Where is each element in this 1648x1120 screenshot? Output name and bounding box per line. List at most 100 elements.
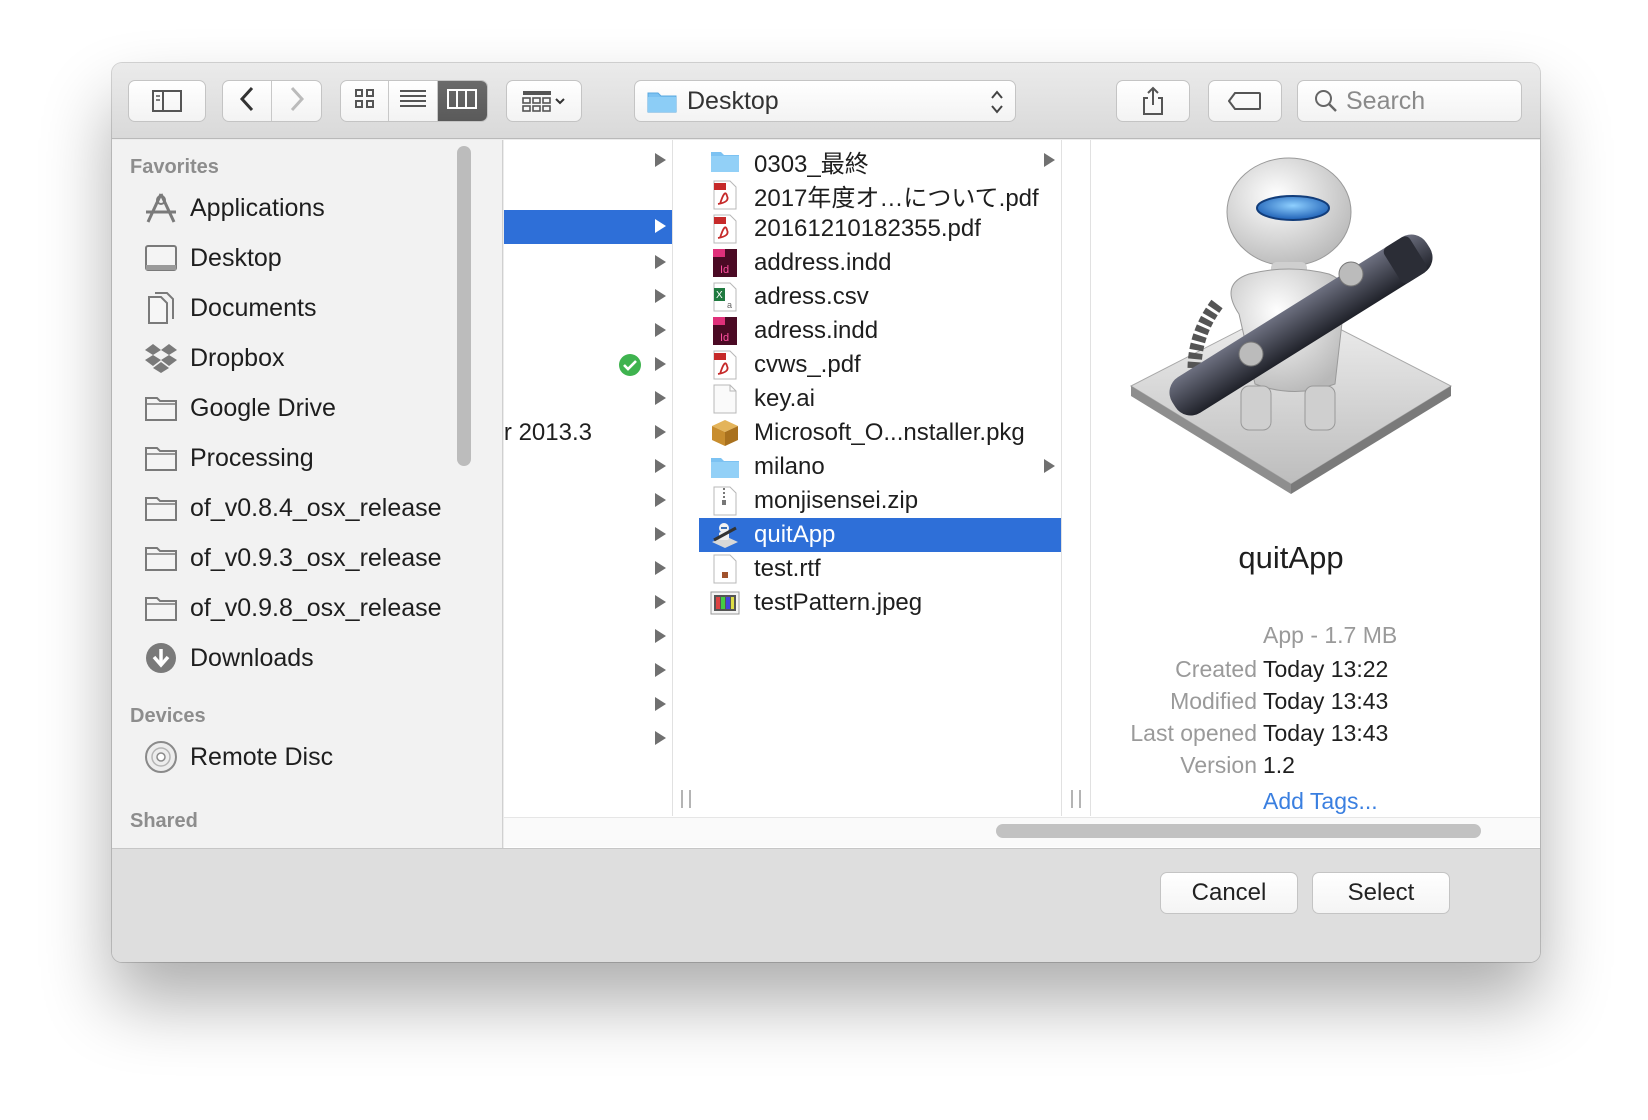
list-item[interactable] bbox=[504, 144, 672, 178]
list-item[interactable]: milano bbox=[699, 450, 1061, 484]
forward-button[interactable] bbox=[272, 81, 321, 121]
list-item[interactable] bbox=[504, 722, 672, 756]
list-item[interactable]: 2017年度オ…について.pdf bbox=[699, 178, 1061, 212]
back-button[interactable] bbox=[223, 81, 273, 121]
list-item[interactable] bbox=[504, 552, 672, 586]
preview-title: quitApp bbox=[1238, 540, 1344, 575]
list-item[interactable]: key.ai bbox=[699, 382, 1061, 416]
list-item-selected[interactable]: quitApp bbox=[699, 518, 1061, 552]
desktop-icon bbox=[142, 239, 180, 277]
list-item[interactable] bbox=[504, 620, 672, 654]
column-divider bbox=[1061, 140, 1062, 816]
sidebar-item-downloads[interactable]: Downloads bbox=[142, 635, 462, 681]
list-item[interactable]: cvws_.pdf bbox=[699, 348, 1061, 382]
column-resize-handle[interactable] bbox=[1071, 790, 1081, 808]
list-item[interactable]: Microsoft_O...nstaller.pkg bbox=[699, 416, 1061, 450]
sidebar-item-remote-disc[interactable]: Remote Disc bbox=[142, 734, 462, 780]
sidebar-item-label: of_v0.8.4_osx_release bbox=[190, 493, 442, 522]
add-tags-link[interactable]: Add Tags... bbox=[1263, 788, 1378, 815]
icon-view-button[interactable] bbox=[341, 81, 390, 121]
list-item[interactable]: monjisensei.zip bbox=[699, 484, 1061, 518]
preview-kind-size: App - 1.7 MB bbox=[1263, 622, 1398, 648]
sidebar-item-of-v093[interactable]: of_v0.9.3_osx_release bbox=[142, 535, 462, 581]
disclosure-arrow-icon bbox=[655, 459, 666, 473]
arrange-menu-button[interactable] bbox=[506, 80, 582, 122]
list-item[interactable]: 20161210182355.pdf bbox=[699, 212, 1061, 246]
view-mode-control bbox=[340, 80, 488, 122]
list-item[interactable] bbox=[504, 348, 672, 382]
csv-file-icon: Xa bbox=[709, 282, 741, 312]
sidebar-item-label: Google Drive bbox=[190, 393, 336, 422]
disclosure-arrow-icon bbox=[655, 561, 666, 575]
disclosure-arrow-icon bbox=[655, 323, 666, 337]
column-view-button[interactable] bbox=[437, 81, 487, 121]
search-field[interactable]: Search bbox=[1297, 80, 1522, 122]
sidebar[interactable]: Favorites Applications Desktop Documents… bbox=[112, 140, 503, 880]
sidebar-item-applications[interactable]: Applications bbox=[142, 185, 462, 231]
location-popup[interactable]: Desktop bbox=[634, 80, 1016, 122]
zip-file-icon bbox=[709, 486, 741, 516]
tags-button[interactable] bbox=[1208, 80, 1282, 122]
disclosure-arrow-icon bbox=[655, 391, 666, 405]
svg-text:a: a bbox=[727, 300, 732, 310]
sidebar-item-of-v084[interactable]: of_v0.8.4_osx_release bbox=[142, 485, 462, 531]
sidebar-item-dropbox[interactable]: Dropbox bbox=[142, 335, 462, 381]
column-resize-handle[interactable] bbox=[681, 790, 691, 808]
list-item[interactable] bbox=[504, 246, 672, 280]
pdf-file-icon bbox=[709, 180, 741, 210]
list-item[interactable]: testPattern.jpeg bbox=[699, 586, 1061, 620]
image-file-icon bbox=[709, 588, 741, 618]
list-item[interactable] bbox=[504, 518, 672, 552]
sidebar-item-google-drive[interactable]: Google Drive bbox=[142, 385, 462, 431]
list-item[interactable] bbox=[504, 280, 672, 314]
list-item[interactable]: Id address.indd bbox=[699, 246, 1061, 280]
sidebar-item-processing[interactable]: Processing bbox=[142, 435, 462, 481]
disclosure-arrow-icon bbox=[1044, 459, 1055, 473]
list-item[interactable] bbox=[504, 382, 672, 416]
sidebar-item-desktop[interactable]: Desktop bbox=[142, 235, 462, 281]
list-view-button[interactable] bbox=[389, 81, 438, 121]
folder-icon bbox=[709, 146, 741, 176]
shared-heading: Shared bbox=[130, 810, 198, 832]
created-value: Today 13:22 bbox=[1263, 656, 1389, 682]
list-item[interactable] bbox=[504, 484, 672, 518]
disclosure-arrow-icon bbox=[655, 629, 666, 643]
item-name: address.indd bbox=[754, 249, 892, 276]
sidebar-item-label: of_v0.9.8_osx_release bbox=[190, 593, 442, 622]
list-item[interactable] bbox=[504, 314, 672, 348]
select-button[interactable]: Select bbox=[1312, 872, 1450, 914]
list-item[interactable]: r 2013.3 bbox=[504, 416, 672, 450]
preview-created-row: Created Today 13:22 bbox=[1091, 656, 1540, 688]
list-item[interactable]: 0303_最終 bbox=[699, 144, 1061, 178]
sidebar-icon bbox=[152, 89, 182, 113]
sidebar-toggle-button[interactable] bbox=[128, 80, 206, 122]
preview-last-opened-row: Last opened Today 13:43 bbox=[1091, 720, 1540, 752]
sidebar-item-of-v098[interactable]: of_v0.9.8_osx_release bbox=[142, 585, 462, 631]
item-name: monjisensei.zip bbox=[754, 487, 919, 514]
sidebar-item-label: Applications bbox=[190, 193, 325, 222]
horizontal-scrollbar-thumb[interactable] bbox=[996, 824, 1481, 838]
cancel-button[interactable]: Cancel bbox=[1160, 872, 1298, 914]
list-item[interactable] bbox=[504, 654, 672, 688]
disclosure-arrow-icon bbox=[655, 731, 666, 745]
disc-icon bbox=[142, 738, 180, 776]
column-browser: r 2013.3 0303_最終 2017年度オ…について.pdf 201612… bbox=[504, 140, 1540, 880]
list-item[interactable]: Id adress.indd bbox=[699, 314, 1061, 348]
list-item[interactable] bbox=[504, 586, 672, 620]
list-item[interactable] bbox=[504, 450, 672, 484]
tag-icon bbox=[1228, 91, 1262, 111]
list-item[interactable]: Xa adress.csv bbox=[699, 280, 1061, 314]
list-item[interactable]: test.rtf bbox=[699, 552, 1061, 586]
list-item[interactable] bbox=[504, 688, 672, 722]
sidebar-item-documents[interactable]: Documents bbox=[142, 285, 462, 331]
version-value: 1.2 bbox=[1263, 752, 1295, 778]
disclosure-arrow-icon bbox=[655, 493, 666, 507]
sidebar-scrollbar[interactable] bbox=[457, 146, 471, 466]
disclosure-arrow-icon bbox=[1044, 153, 1055, 167]
sidebar-item-label: Processing bbox=[190, 443, 314, 472]
list-item[interactable] bbox=[504, 210, 672, 244]
preview-version-row: Version 1.2 bbox=[1091, 752, 1540, 784]
item-name: testPattern.jpeg bbox=[754, 589, 923, 616]
share-button[interactable] bbox=[1116, 80, 1190, 122]
package-icon bbox=[709, 418, 741, 448]
